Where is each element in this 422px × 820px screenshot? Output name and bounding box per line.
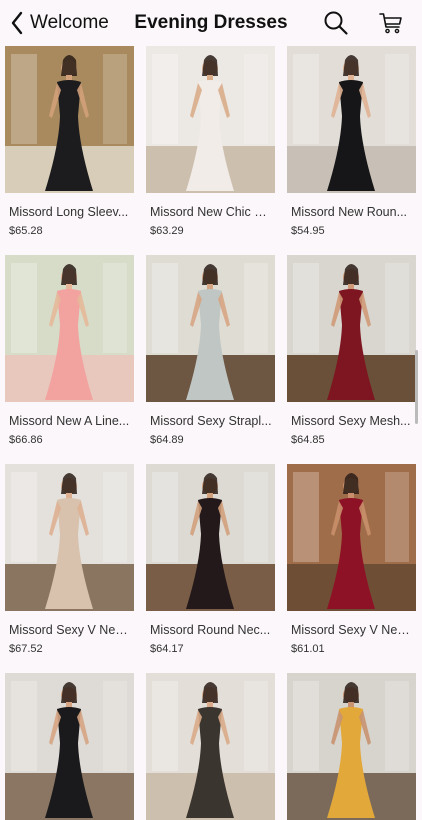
product-image[interactable] — [5, 673, 134, 820]
product-name: Missord New Chic E... — [150, 205, 272, 219]
dress-photo — [287, 464, 416, 611]
product-image[interactable] — [146, 46, 275, 193]
product-card[interactable]: Missord Sexy V Nec... $61.01 — [287, 464, 416, 673]
product-price: $64.85 — [291, 434, 325, 446]
product-card[interactable] — [5, 673, 134, 820]
product-image[interactable] — [287, 464, 416, 611]
product-name: Missord Sexy Mesh... — [291, 414, 411, 428]
product-card[interactable] — [287, 673, 416, 820]
product-name: Missord Sexy Strapl... — [150, 414, 272, 428]
dress-photo — [146, 255, 275, 402]
product-price: $64.89 — [150, 434, 184, 446]
product-grid: Missord Long Sleev... $65.28 Missord New C… — [5, 46, 417, 820]
product-price: $63.29 — [150, 225, 184, 237]
dress-photo — [287, 673, 416, 820]
product-card[interactable]: Missord Sexy V Nec... $67.52 — [5, 464, 134, 673]
dress-photo — [146, 673, 275, 820]
product-price: $64.17 — [150, 643, 184, 655]
dress-photo — [5, 46, 134, 193]
dress-photo — [5, 255, 134, 402]
product-name: Missord Round Nec... — [150, 623, 271, 637]
back-button[interactable]: Welcome — [10, 10, 109, 36]
dress-photo — [287, 255, 416, 402]
product-image[interactable] — [5, 255, 134, 402]
product-card[interactable]: Missord Round Nec... $64.17 — [146, 464, 275, 673]
product-image[interactable] — [287, 255, 416, 402]
dress-photo — [146, 464, 275, 611]
product-card[interactable]: Missord New Chic E... $63.29 — [146, 46, 275, 255]
search-button[interactable] — [323, 10, 349, 36]
product-price: $61.01 — [291, 643, 325, 655]
product-image[interactable] — [5, 46, 134, 193]
cart-button[interactable] — [378, 10, 404, 36]
product-card[interactable]: Missord New A Line... $66.86 — [5, 255, 134, 464]
product-name: Missord New Roun... — [291, 205, 408, 219]
product-name: Missord New A Line... — [9, 414, 130, 428]
product-image[interactable] — [146, 464, 275, 611]
product-name: Missord Long Sleev... — [9, 205, 129, 219]
navigation-bar: Welcome Evening Dresses — [0, 0, 422, 46]
product-image[interactable] — [146, 673, 275, 820]
dress-photo — [5, 673, 134, 820]
chevron-left-icon — [11, 11, 23, 35]
product-card[interactable]: Missord New Roun... $54.95 — [287, 46, 416, 255]
product-image[interactable] — [5, 464, 134, 611]
product-card[interactable]: Missord Long Sleev... $65.28 — [5, 46, 134, 255]
back-label: Welcome — [30, 12, 109, 33]
product-name: Missord Sexy V Nec... — [291, 623, 413, 637]
product-price: $54.95 — [291, 225, 325, 237]
dress-photo — [287, 46, 416, 193]
product-card[interactable] — [146, 673, 275, 820]
product-image[interactable] — [146, 255, 275, 402]
scroll-indicator[interactable] — [415, 350, 418, 424]
dress-photo — [5, 464, 134, 611]
product-price: $67.52 — [9, 643, 43, 655]
search-icon — [324, 11, 348, 35]
product-card[interactable]: Missord Sexy Strapl... $64.89 — [146, 255, 275, 464]
product-price: $65.28 — [9, 225, 43, 237]
cart-icon — [379, 13, 402, 34]
dress-photo — [146, 46, 275, 193]
product-image[interactable] — [287, 673, 416, 820]
product-image[interactable] — [287, 46, 416, 193]
product-card[interactable]: Missord Sexy Mesh... $64.85 — [287, 255, 416, 464]
product-price: $66.86 — [9, 434, 43, 446]
product-name: Missord Sexy V Nec... — [9, 623, 131, 637]
